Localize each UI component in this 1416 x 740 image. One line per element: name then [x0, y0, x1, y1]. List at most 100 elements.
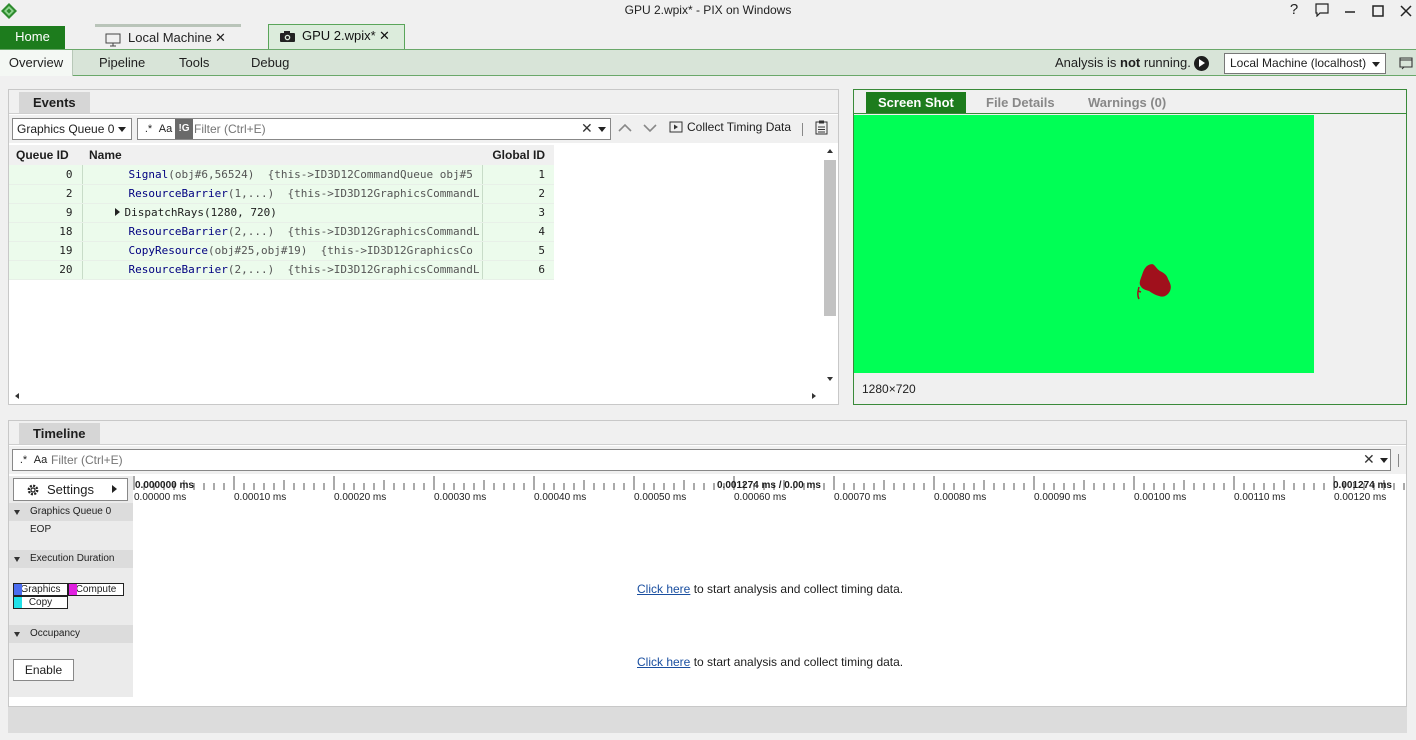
event-name: DispatchRays(1280, 720) — [124, 206, 277, 219]
feedback-button[interactable] — [1308, 0, 1336, 22]
cell-global-id: 2 — [482, 184, 554, 204]
chevron-down-icon[interactable] — [598, 127, 606, 132]
event-this-info: {this->ID3D12GraphicsCommandL — [287, 263, 480, 276]
timeline-filter-input[interactable] — [51, 451, 1351, 469]
enable-occupancy-button[interactable]: Enable — [13, 659, 74, 681]
close-window-button[interactable] — [1392, 0, 1416, 22]
events-table-body: 0 Signal(obj#6,56524) {this->ID3D12Comman… — [9, 165, 554, 280]
table-row[interactable]: 2 ResourceBarrier(1,...) {this->ID3D12Gra… — [9, 184, 554, 204]
tab-file-details[interactable]: File Details — [986, 92, 1055, 113]
close-icon — [1400, 5, 1412, 17]
section-eop[interactable]: Graphics Queue 0 EOP — [9, 503, 133, 535]
section-execution-duration[interactable]: Execution Duration — [9, 550, 133, 568]
tab-local-machine[interactable]: Local Machine ✕ — [95, 24, 241, 49]
regex-toggle[interactable]: .* — [140, 121, 157, 137]
panel-toggle-icon[interactable] — [1399, 56, 1413, 70]
event-this-info: {this->ID3D12GraphicsCo — [320, 244, 473, 257]
expand-arrow-icon[interactable] — [114, 208, 120, 216]
collapse-icon[interactable] — [14, 510, 20, 515]
capture-screenshot-image[interactable] — [854, 115, 1314, 373]
start-analysis-link[interactable]: Click here — [637, 582, 690, 596]
queue-select[interactable]: Graphics Queue 0 — [12, 118, 132, 140]
tab-screen-shot[interactable]: Screen Shot — [866, 92, 966, 113]
clear-filter-icon[interactable]: ✕ — [1363, 451, 1375, 468]
close-tab-gpu-icon[interactable]: ✕ — [379, 23, 390, 48]
cell-queue-id: 18 — [9, 222, 83, 242]
events-vertical-scrollbar[interactable] — [822, 146, 838, 386]
home-button[interactable]: Home — [0, 26, 65, 49]
global-toggle[interactable]: !G — [175, 119, 193, 139]
timeline-filter-row: .* Aa ✕ — [9, 446, 1406, 474]
event-args: (obj#25,obj#19) — [207, 244, 308, 257]
tab-gpu-capture[interactable]: GPU 2.wpix* ✕ — [268, 24, 405, 49]
ruler-tick-label: 0.00050 ms — [634, 492, 687, 503]
scroll-up-icon[interactable] — [822, 146, 838, 156]
timeline-tab[interactable]: Timeline — [19, 423, 100, 444]
ruler-tick-label: 0.00090 ms — [1034, 492, 1087, 503]
column-global-id[interactable]: Global ID — [482, 145, 554, 165]
table-row[interactable]: 0 Signal(obj#6,56524) {this->ID3D12Comman… — [9, 165, 554, 185]
events-horizontal-scrollbar[interactable] — [9, 388, 822, 404]
events-filter-input[interactable] — [194, 120, 574, 138]
events-tab[interactable]: Events — [19, 92, 90, 113]
cell-global-id: 4 — [482, 222, 554, 242]
legend-copy-swatch — [14, 597, 22, 608]
collapse-icon[interactable] — [14, 632, 20, 637]
help-button[interactable]: ? — [1280, 0, 1308, 22]
chevron-down-icon[interactable] — [642, 120, 658, 136]
timeline-sidebar: Settings Graphics Queue 0 EOP Execution … — [9, 476, 133, 697]
maximize-button[interactable] — [1364, 0, 1392, 22]
machine-select[interactable]: Local Machine (localhost) — [1224, 53, 1386, 74]
ruler-tick-label: 0.00110 ms — [1234, 492, 1286, 503]
cell-global-id: 3 — [482, 203, 554, 223]
collapse-icon[interactable] — [14, 557, 20, 562]
tab-warnings[interactable]: Warnings (0) — [1088, 92, 1166, 113]
screenshot-tabs: Screen Shot File Details Warnings (0) — [854, 90, 1406, 114]
queue-select-value: Graphics Queue 0 — [17, 122, 115, 136]
minimize-icon — [1345, 11, 1355, 13]
event-this-info: {this->ID3D12GraphicsCommandL — [287, 187, 480, 200]
timeline-ruler[interactable]: 0.000000 ms 0.001274 ms / 0.00 ms 0.0012… — [133, 476, 1407, 506]
clipboard-icon[interactable] — [815, 120, 828, 135]
event-this-info: {this->ID3D12GraphicsCommandL — [287, 225, 480, 238]
ruler-tick-label: 0.00070 ms — [834, 492, 887, 503]
legend-copy: Copy — [13, 596, 68, 609]
match-case-toggle[interactable]: Aa — [157, 121, 174, 137]
regex-toggle[interactable]: .* — [15, 452, 32, 468]
chevron-up-icon[interactable] — [617, 120, 633, 136]
nav-tab-tools[interactable]: Tools — [179, 50, 209, 76]
section-occupancy[interactable]: Occupancy — [9, 625, 133, 643]
scroll-left-icon[interactable] — [12, 388, 22, 404]
status-bar — [8, 707, 1407, 733]
nav-tab-pipeline[interactable]: Pipeline — [99, 50, 145, 76]
column-queue-id[interactable]: Queue ID — [9, 145, 82, 165]
close-tab-local-icon[interactable]: ✕ — [215, 25, 226, 50]
scroll-thumb[interactable] — [824, 160, 836, 316]
cell-name: DispatchRays(1280, 720) — [82, 203, 483, 223]
gear-icon — [27, 484, 39, 496]
start-analysis-link[interactable]: Click here — [637, 655, 690, 669]
minimize-button[interactable] — [1336, 0, 1364, 22]
chevron-down-icon[interactable] — [1380, 458, 1388, 463]
machine-select-value: Local Machine (localhost) — [1230, 56, 1367, 70]
start-analysis-play-icon[interactable] — [1194, 56, 1209, 71]
clear-filter-icon[interactable]: ✕ — [581, 120, 593, 137]
nav-tab-overview[interactable]: Overview — [0, 50, 73, 76]
settings-button[interactable]: Settings — [13, 478, 128, 501]
column-name[interactable]: Name — [82, 145, 482, 165]
nav-tab-debug[interactable]: Debug — [251, 50, 289, 76]
table-row[interactable]: 9 DispatchRays(1280, 720) 3 — [9, 203, 554, 223]
scroll-right-icon[interactable] — [809, 388, 819, 404]
timeline-filter-box: .* Aa ✕ — [12, 449, 1391, 471]
table-row[interactable]: 19 CopyResource(obj#25,obj#19) {this->ID3… — [9, 241, 554, 261]
chevron-down-icon — [118, 127, 126, 132]
match-case-toggle[interactable]: Aa — [32, 452, 49, 468]
ruler-tick-label: 0.00010 ms — [234, 492, 287, 503]
ruler-start-time: 0.000000 ms — [135, 480, 194, 491]
scroll-down-icon[interactable] — [822, 374, 838, 384]
table-row[interactable]: 20 ResourceBarrier(2,...) {this->ID3D12Gr… — [9, 260, 554, 280]
analysis-status-suffix: running. — [1140, 55, 1191, 70]
events-header: Events — [9, 90, 838, 114]
table-row[interactable]: 18 ResourceBarrier(2,...) {this->ID3D12Gr… — [9, 222, 554, 242]
